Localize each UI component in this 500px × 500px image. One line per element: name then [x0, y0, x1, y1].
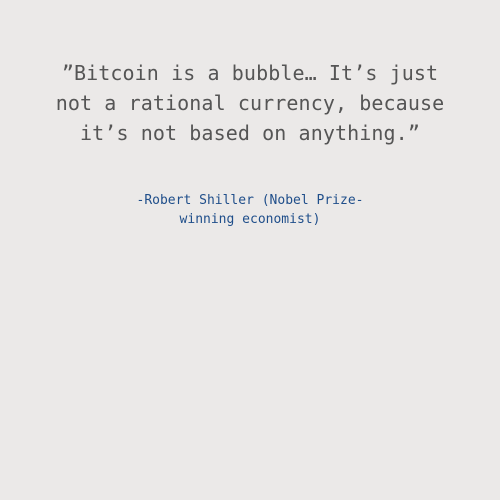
quote-text: ”Bitcoin is a bubble… It’s just not a ra… — [0, 58, 500, 148]
attribution-line: winning economist) — [179, 212, 321, 227]
quote-line: ”Bitcoin is a bubble… It’s just — [61, 61, 439, 85]
quote-line: it’s not based on anything.” — [80, 121, 420, 145]
quote-attribution: -Robert Shiller (Nobel Prize- winning ec… — [0, 191, 500, 229]
quote-line: not a rational currency, because — [55, 91, 445, 115]
quote-card: ”Bitcoin is a bubble… It’s just not a ra… — [0, 0, 500, 500]
attribution-line: -Robert Shiller (Nobel Prize- — [136, 193, 364, 208]
